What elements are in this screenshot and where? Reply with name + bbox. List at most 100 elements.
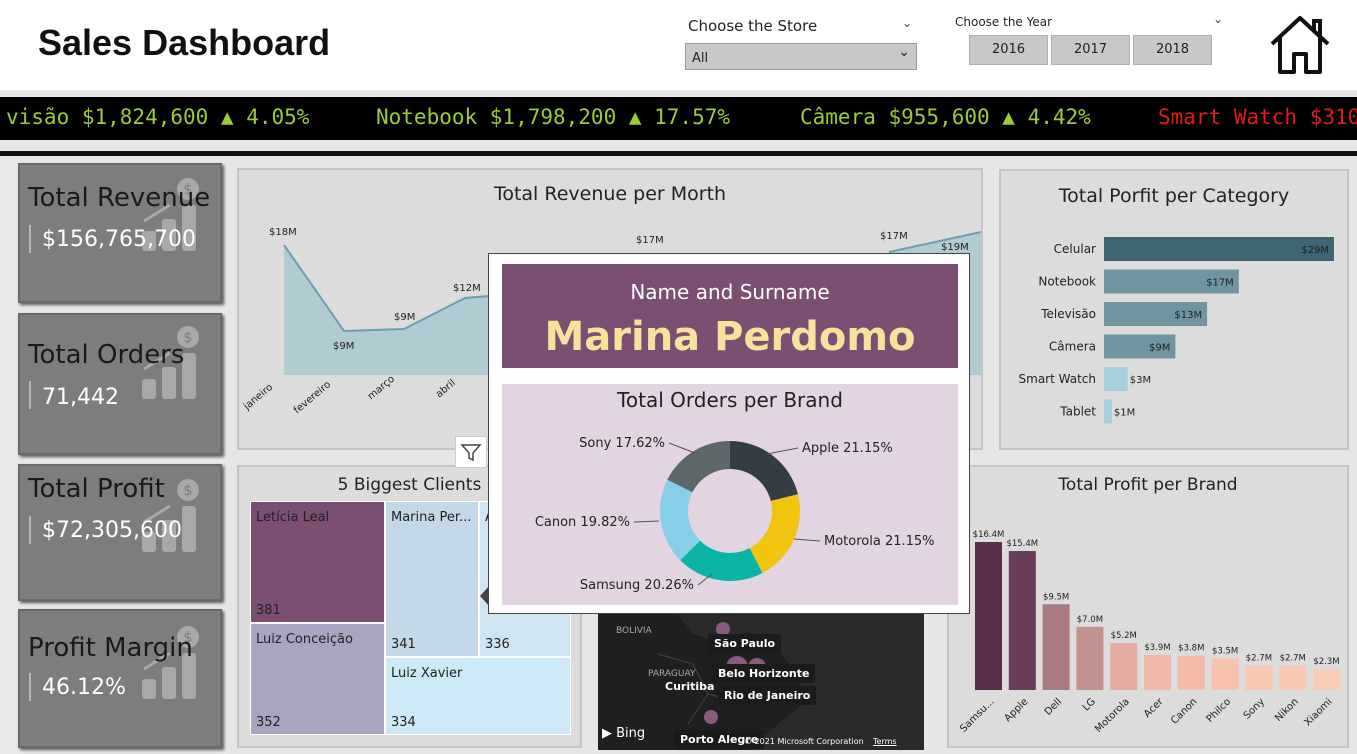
data-label: $12M [453,283,481,294]
brand-bar-chart: $16.4M Samsu... $15.4M Apple $9.5M Dell $7.0M L… [958,530,1340,735]
data-label: $9M [333,341,354,352]
kpi-card-total-orders: $ Total Orders 71,442 [18,313,222,455]
client-name: Luiz Xavier [391,666,463,681]
data-label: $13M [1174,310,1202,321]
kpi-value: $72,305,600 [42,518,182,543]
kpi-accent [29,516,31,544]
data-label: $9.5M [1043,592,1069,602]
name-card: Name and Surname Marina Perdomo [502,264,958,368]
ticker-item: visão $1,824,600 ▲ 4.05% [6,105,310,129]
client-name: Luiz Conceição [256,632,353,647]
revenue-area [284,245,489,375]
orders-donut-chart: Apple 21.15% Motorola 21.15% Samsung 20.26… [535,436,935,593]
svg-text:$: $ [184,330,193,346]
category-label: Televisão [1040,307,1096,321]
x-tick-label: abril [434,378,458,401]
client-value: 341 [391,637,416,652]
treemap-cell[interactable]: Luiz Xavier 334 [385,657,571,735]
brand-label: Dell [1043,696,1065,718]
data-label: $2.7M [1246,654,1272,664]
brand-label: Apple [1003,696,1031,724]
client-name-value: Marina Perdomo [544,314,916,360]
brand-label: Xiaomi [1303,696,1335,728]
category-label: Tablet [1059,405,1096,419]
data-label: $5.2M [1111,631,1137,641]
x-tick-label: janeiro [241,382,275,413]
map-terms-link[interactable]: Terms [873,737,897,746]
donut-label: Apple 21.15% [802,441,893,456]
brand-label: Philco [1205,696,1234,725]
kpi-title: Profit Margin [28,633,193,663]
treemap-cell[interactable]: Marina Per... 341 [385,501,479,657]
profit-per-brand-chart: Total Profit per Brand $16.4M Samsu... $15… [947,465,1349,748]
brand-bar [1144,654,1171,690]
bing-text: Bing [616,726,646,741]
ticker-item: Notebook $1,798,200 ▲ 17.57% [376,105,731,129]
category-bar [1104,399,1112,424]
page-title: Sales Dashboard [38,22,331,63]
brand-label: Nikon [1273,696,1301,724]
treemap-cell[interactable]: Letícia Leal 381 [250,501,385,623]
donut-label: Samsung 20.26% [580,578,694,593]
customers-map[interactable]: BOLIVIA PARAGUAY São Paulo Belo Horizont… [598,614,924,750]
data-label: $9M [1149,343,1170,354]
data-label: $17M [880,231,908,242]
brand-bar [1245,665,1273,690]
store-select[interactable]: All ⌄ [685,43,917,70]
client-value: 381 [256,603,281,618]
map-city-label: São Paulo [708,634,782,653]
data-label: $15.4M [1006,539,1038,549]
brand-bar [1211,658,1239,690]
data-label: $9M [394,312,415,323]
ticker-item: Câmera $955,600 ▲ 4.42% [800,105,1091,129]
data-label: $7.0M [1077,615,1103,625]
map-label: BOLIVIA [616,626,652,636]
year-button-2017[interactable]: 2017 [1051,35,1130,65]
brand-bar [1177,655,1205,690]
leader-line [766,447,799,455]
bing-logo: ▶ Bing [602,726,646,741]
chevron-down-icon: ⌄ [898,44,910,60]
category-bar [1104,237,1334,261]
client-value: 352 [256,715,281,730]
brand-bar [1279,665,1307,690]
map-copyright: © 2021 Microsoft Corporation [744,737,864,746]
kpi-card-profit-margin: $ Profit Margin 46.12% [18,609,222,748]
x-tick-label: março [366,374,397,403]
name-label: Name and Surname [630,280,830,304]
map-bubble[interactable] [704,710,718,724]
leader-line [668,442,696,454]
year-button-2016[interactable]: 2016 [969,35,1048,65]
year-button-2018[interactable]: 2018 [1133,35,1212,65]
data-label: $2.3M [1313,657,1339,667]
treemap-cell[interactable]: Luiz Conceição 352 [250,623,385,735]
header: Sales Dashboard Choose the Store ⌄ All ⌄… [0,0,1357,90]
category-bar [1104,367,1128,391]
brand-label: Acer [1142,696,1166,720]
kpi-accent [29,381,31,409]
kpi-title: Total Orders [28,340,185,370]
x-tick-label: fevereiro [292,379,333,416]
data-label: $19M [941,242,969,253]
tooltip-pointer [480,586,489,606]
client-name: Letícia Leal [256,510,330,525]
kpi-card-total-revenue: $ Total Revenue $156,765,700 [18,163,222,303]
map-label: PARAGUAY [648,669,696,679]
orders-per-brand-card: Total Orders per Brand Apple 21.15% Motor… [502,384,958,605]
category-label: Celular [1054,242,1096,256]
data-label: $2.7M [1280,654,1306,664]
client-value: 336 [485,637,510,652]
brand-bar [1313,669,1340,690]
data-label: $3.5M [1212,646,1238,656]
chevron-down-icon[interactable]: ⌄ [902,16,912,30]
home-icon[interactable] [1268,12,1332,76]
brand-bar [1076,626,1104,690]
leader-line [633,520,660,523]
brand-label: Sony [1242,696,1267,721]
store-select-value: All [692,51,709,66]
donut-label: Canon 19.82% [535,515,630,530]
category-bar-chart: Celular $29M Notebook $17M Televisão $13M Câme… [1019,237,1334,424]
chevron-down-icon[interactable]: ⌄ [1213,12,1223,26]
ticker-item: Smart Watch $310 [1158,105,1357,129]
filter-icon[interactable] [455,436,487,468]
